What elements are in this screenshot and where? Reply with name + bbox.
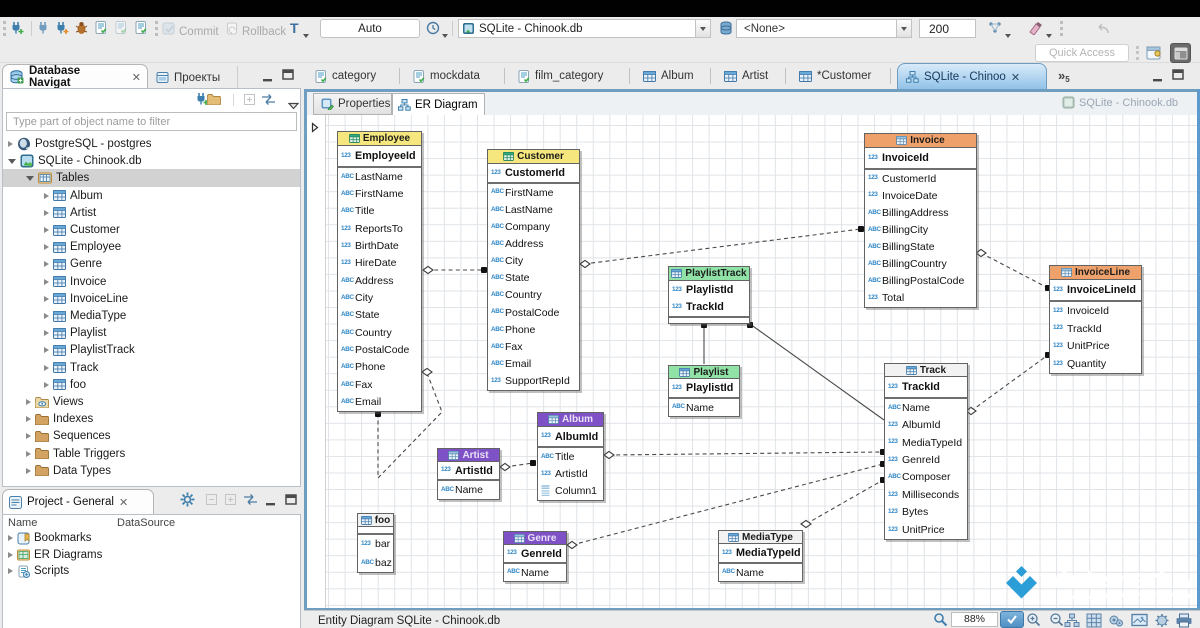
svg-text:wwwwwwwwwwwwwwwwww: wwwwwwwwwwwwwwwwww	[1061, 590, 1196, 602]
